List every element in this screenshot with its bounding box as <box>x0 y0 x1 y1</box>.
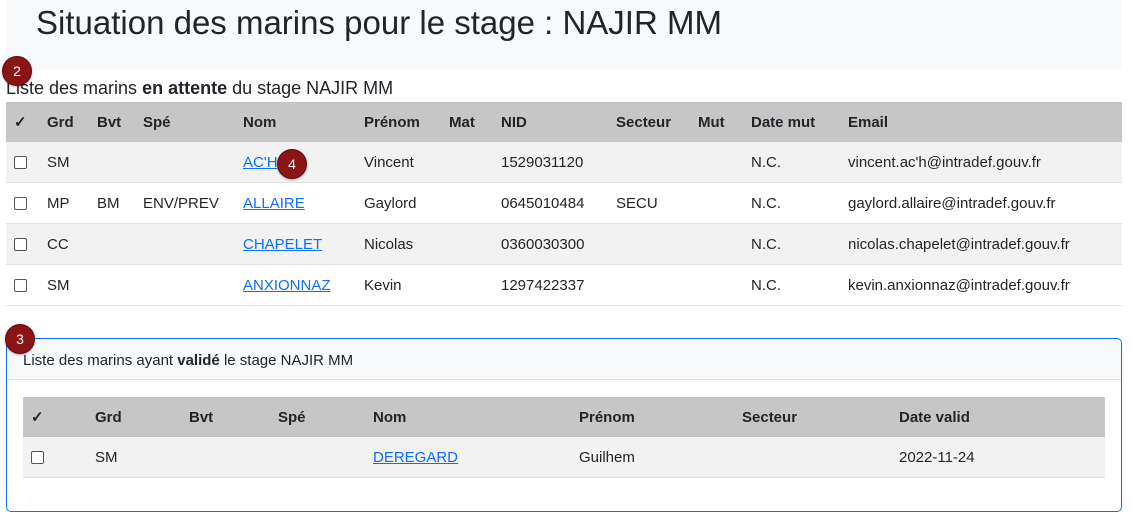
pending-section-title: Liste des marins en attente du stage NAJ… <box>6 78 394 98</box>
cell-grd: SM <box>39 264 89 306</box>
cell-prenom: Vincent <box>356 142 441 183</box>
row-checkbox[interactable] <box>14 238 27 252</box>
cell-nid: 1529031120 <box>493 142 608 183</box>
cell-secteur <box>608 264 690 306</box>
col-spe[interactable]: Spé <box>270 397 365 437</box>
cell-nid: 0645010484 <box>493 182 608 224</box>
pending-table: ✓ Grd Bvt Spé Nom Prénom Mat NID Secteur… <box>6 102 1122 306</box>
col-nid[interactable]: NID <box>493 102 608 142</box>
cell-secteur <box>608 223 690 265</box>
cell-mat <box>441 264 493 306</box>
cell-prenom: Nicolas <box>356 223 441 265</box>
cell-email: kevin.anxionnaz@intradef.gouv.fr <box>840 264 1122 306</box>
cell-bvt <box>89 142 135 183</box>
row-checkbox[interactable] <box>14 279 27 293</box>
validated-card: Liste des marins ayant validé le stage N… <box>6 338 1122 512</box>
cell-grd: SM <box>87 437 181 478</box>
cell-date-mut: N.C. <box>743 223 840 265</box>
cell-prenom: Gaylord <box>356 182 441 224</box>
row-checkbox[interactable] <box>14 197 27 211</box>
row-checkbox[interactable] <box>31 451 44 465</box>
cell-bvt <box>89 223 135 265</box>
col-grd[interactable]: Grd <box>39 102 89 142</box>
col-date-valid[interactable]: Date valid <box>891 397 1105 437</box>
validated-table: ✓ Grd Bvt Spé Nom Prénom Secteur Date va… <box>23 397 1105 478</box>
col-mat[interactable]: Mat <box>441 102 493 142</box>
cell-date-mut: N.C. <box>743 182 840 224</box>
col-check[interactable]: ✓ <box>6 102 39 142</box>
cell-nid: 0360030300 <box>493 223 608 265</box>
table-row: CC CHAPELET Nicolas 0360030300 N.C. nico… <box>6 223 1122 265</box>
page-title: Situation des marins pour le stage : NAJ… <box>36 4 722 41</box>
cell-grd: MP <box>39 182 89 224</box>
col-grd[interactable]: Grd <box>87 397 181 437</box>
col-bvt[interactable]: Bvt <box>89 102 135 142</box>
step-badge-4: 4 <box>277 149 307 179</box>
cell-mut <box>690 182 743 224</box>
table-header-row: ✓ Grd Bvt Spé Nom Prénom Secteur Date va… <box>23 397 1105 437</box>
cell-mat <box>441 223 493 265</box>
table-row: SM DEREGARD Guilhem 2022-11-24 <box>23 437 1105 478</box>
cell-bvt: BM <box>89 182 135 224</box>
cell-date-mut: N.C. <box>743 142 840 183</box>
cell-bvt <box>89 264 135 306</box>
cell-mat <box>441 142 493 183</box>
cell-prenom: Kevin <box>356 264 441 306</box>
row-checkbox[interactable] <box>14 156 27 170</box>
col-check[interactable]: ✓ <box>23 397 87 437</box>
cell-mut <box>690 142 743 183</box>
cell-spe <box>135 264 235 306</box>
validated-section-title: Liste des marins ayant validé le stage N… <box>7 339 1121 380</box>
col-secteur[interactable]: Secteur <box>608 102 690 142</box>
sailor-name-link[interactable]: ALLAIRE <box>243 195 305 212</box>
cell-mut <box>690 264 743 306</box>
col-bvt[interactable]: Bvt <box>181 397 270 437</box>
cell-secteur <box>608 142 690 183</box>
col-spe[interactable]: Spé <box>135 102 235 142</box>
cell-mat <box>441 182 493 224</box>
cell-date-mut: N.C. <box>743 264 840 306</box>
sailor-name-link[interactable]: ANXIONNAZ <box>243 277 331 294</box>
cell-email: vincent.ac'h@intradef.gouv.fr <box>840 142 1122 183</box>
step-badge-3: 3 <box>5 324 35 354</box>
cell-grd: SM <box>39 142 89 183</box>
col-mut[interactable]: Mut <box>690 102 743 142</box>
col-nom[interactable]: Nom <box>235 102 356 142</box>
cell-grd: CC <box>39 223 89 265</box>
cell-spe <box>135 142 235 183</box>
cell-spe <box>135 223 235 265</box>
col-nom[interactable]: Nom <box>365 397 571 437</box>
page-header: Situation des marins pour le stage : NAJ… <box>6 0 1122 70</box>
table-row: MP BM ENV/PREV ALLAIRE Gaylord 064501048… <box>6 182 1122 224</box>
cell-bvt <box>181 437 270 478</box>
cell-nid: 1297422337 <box>493 264 608 306</box>
sailor-name-link[interactable]: CHAPELET <box>243 236 322 253</box>
table-row: SM AC'H Vincent 1529031120 N.C. vincent.… <box>6 142 1122 183</box>
cell-mut <box>690 223 743 265</box>
col-date-mut[interactable]: Date mut <box>743 102 840 142</box>
table-row: SM ANXIONNAZ Kevin 1297422337 N.C. kevin… <box>6 264 1122 306</box>
table-header-row: ✓ Grd Bvt Spé Nom Prénom Mat NID Secteur… <box>6 102 1122 142</box>
cell-secteur <box>734 437 891 478</box>
cell-prenom: Guilhem <box>571 437 734 478</box>
col-prenom[interactable]: Prénom <box>356 102 441 142</box>
step-badge-2: 2 <box>2 56 32 86</box>
cell-secteur: SECU <box>608 182 690 224</box>
cell-spe: ENV/PREV <box>135 182 235 224</box>
sailor-name-link[interactable]: DEREGARD <box>373 449 458 466</box>
cell-spe <box>270 437 365 478</box>
sailor-name-link[interactable]: AC'H <box>243 154 278 171</box>
cell-email: nicolas.chapelet@intradef.gouv.fr <box>840 223 1122 265</box>
col-email[interactable]: Email <box>840 102 1122 142</box>
cell-date-valid: 2022-11-24 <box>891 437 1105 478</box>
col-secteur[interactable]: Secteur <box>734 397 891 437</box>
cell-email: gaylord.allaire@intradef.gouv.fr <box>840 182 1122 224</box>
col-prenom[interactable]: Prénom <box>571 397 734 437</box>
